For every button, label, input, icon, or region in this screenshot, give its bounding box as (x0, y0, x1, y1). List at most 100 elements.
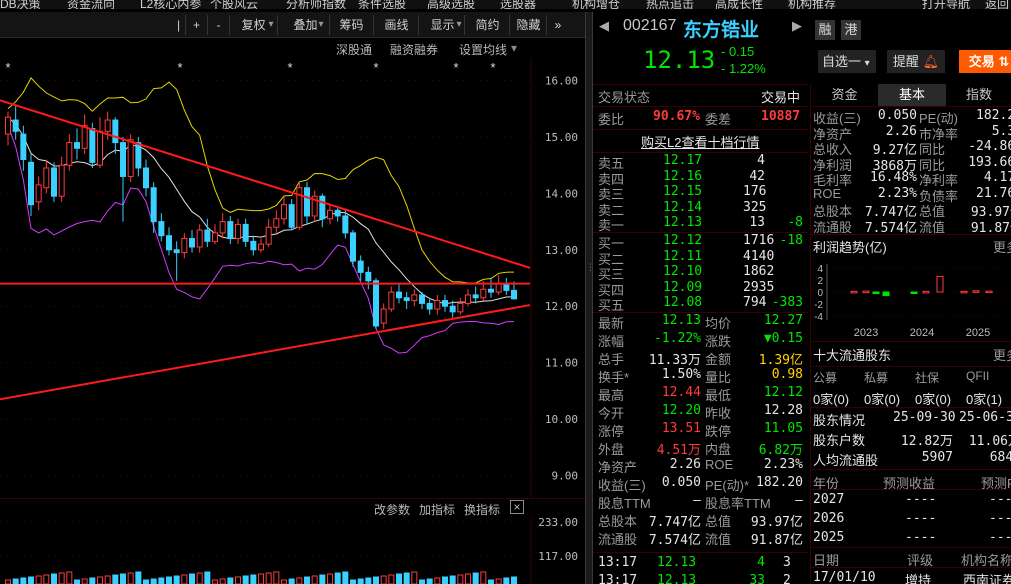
volume-bar (51, 573, 57, 584)
event-marker-icon[interactable]: * (373, 60, 378, 75)
stat-value: -1.22% (654, 331, 701, 346)
event-markers[interactable]: * * * * * * (5, 60, 495, 75)
event-marker-icon[interactable]: * (5, 60, 10, 75)
stat-label: 换手* (598, 370, 630, 385)
shareholder-label: 股东情况 (813, 413, 866, 428)
top-menu-item[interactable]: 机构推荐 (788, 0, 836, 9)
panel-splitter[interactable]: ⋮ (585, 12, 595, 584)
watchlist-button[interactable]: 自选一 ▾ (818, 50, 876, 73)
rating-date: 17/01/10 (813, 570, 876, 584)
volume-bar (327, 573, 333, 584)
top-menu-item[interactable]: 选股器 (500, 0, 536, 9)
candle-body (265, 226, 272, 245)
forecast-year: 2026 (813, 511, 845, 526)
set-ma-button[interactable]: 设置均线 (459, 41, 507, 58)
profit-trend-more-link[interactable]: 更多 (993, 237, 1011, 256)
top-menu-item[interactable]: 资金流向 (67, 0, 115, 9)
price-change: - 0.15 (721, 44, 755, 59)
top-menu-item[interactable]: 高成长性 (715, 0, 763, 9)
zoom-out-button[interactable]: - (208, 15, 230, 35)
bid-volume: 1716 (743, 233, 775, 248)
volume-chart[interactable]: 233.00 117.00 (0, 518, 585, 584)
collapse-icon[interactable]: » (548, 15, 568, 35)
zoom-in-button[interactable]: + (186, 15, 208, 35)
candle-body (158, 221, 165, 237)
profit-y-tick: 4 (817, 264, 823, 275)
candle (212, 224, 218, 245)
overlay-dropdown-icon[interactable]: ▾ (313, 15, 329, 35)
top-menu-item[interactable]: 分析师指数 (286, 0, 346, 9)
display-dropdown-icon[interactable]: ▾ (452, 15, 466, 35)
hide-button[interactable]: 隐藏 (511, 15, 547, 35)
top-menu-item[interactable]: 返回 (985, 0, 1009, 9)
candle-body (250, 240, 257, 251)
trade-button[interactable]: 交易 ⇅ (959, 50, 1011, 73)
chart-subbar: 深股通 融资融券 设置均线 ▾ (0, 40, 585, 58)
event-marker-icon[interactable]: * (453, 60, 458, 75)
candlesticks (5, 105, 517, 329)
top-menu-item[interactable]: 高级选股 (427, 0, 475, 9)
event-marker-icon[interactable]: * (490, 60, 495, 75)
candle (373, 278, 379, 329)
stat-value: 6.82万 (758, 443, 803, 458)
add-indicator-button[interactable]: 加指标 (419, 501, 455, 518)
price-tick-label: 14.00 (545, 187, 578, 200)
candle-body (327, 209, 333, 220)
event-marker-icon[interactable]: * (177, 60, 182, 75)
top-menu-item[interactable]: 打开导航 (922, 0, 970, 9)
bid-change: -383 (771, 295, 803, 311)
volume-tick-label: 117.00 (538, 550, 578, 563)
section-divider (811, 234, 1011, 235)
top-holders-more-link[interactable]: 更多 (993, 345, 1011, 364)
candle-body (66, 142, 73, 166)
top-menu-item[interactable]: 热点追击 (646, 0, 694, 9)
event-marker-icon[interactable]: * (287, 60, 292, 75)
close-icon[interactable]: × (510, 500, 524, 514)
tab-index[interactable]: 指数 (946, 84, 1011, 106)
prev-stock-icon[interactable]: ◀ (599, 18, 609, 34)
tab-fund[interactable]: 资金 (811, 84, 878, 106)
alert-button[interactable]: 提醒 🔔︎ (887, 50, 945, 73)
modify-params-button[interactable]: 改参数 (374, 501, 410, 518)
holder-type-value: 0家(1) (966, 392, 1003, 407)
simple-button[interactable]: 简约 (466, 15, 510, 35)
section-divider (593, 552, 808, 553)
margin-badge: 融 (815, 20, 835, 40)
stat-label: 净资产 (598, 460, 638, 475)
set-ma-dropdown-icon[interactable]: ▾ (511, 41, 517, 55)
divider-button[interactable]: | (172, 15, 186, 35)
trend-line-lower[interactable] (0, 304, 531, 401)
volume-bar (426, 578, 433, 584)
adjust-dropdown-icon[interactable]: ▾ (262, 15, 280, 35)
sgt-button[interactable]: 深股通 (336, 41, 372, 58)
chips-button[interactable]: 筹码 (330, 15, 374, 35)
top-menu-item[interactable]: 个股风云 (210, 0, 258, 9)
candle-body (242, 223, 249, 242)
candle (66, 134, 73, 171)
tab-basic[interactable]: 基本 (878, 84, 946, 106)
candle (150, 182, 157, 233)
stat-label: 最高 (598, 388, 625, 403)
section-divider (811, 407, 1011, 408)
volume-bar (342, 571, 349, 584)
top-menu-item[interactable]: 条件选股 (358, 0, 406, 9)
buy-l2-link[interactable]: 购买L2查看十档行情 (641, 132, 759, 151)
candle-body (365, 271, 372, 282)
switch-indicator-button[interactable]: 换指标 (464, 501, 500, 518)
trend-line-upper[interactable] (0, 99, 531, 269)
volume-bar (112, 574, 119, 584)
top-menu-item[interactable]: DB决策 (0, 0, 41, 9)
volume-bar (380, 575, 387, 584)
volume-bar (334, 572, 341, 584)
candle (158, 213, 165, 242)
kline-chart[interactable]: 16.0015.0014.0013.0012.0011.0010.009.00 … (0, 58, 585, 498)
margin-trading-button[interactable]: 融资融券 (390, 41, 438, 58)
volume-bar (403, 572, 410, 584)
draw-line-button[interactable]: 画线 (375, 15, 419, 35)
top-menu-item[interactable]: L2核心内参 (140, 0, 201, 9)
volume-bar (434, 577, 441, 584)
next-stock-icon[interactable]: ▶ (792, 18, 802, 34)
volume-bar (235, 576, 241, 584)
top-menu-item[interactable]: 机构增仓 (572, 0, 620, 9)
price-tick-label: 16.00 (545, 75, 578, 88)
